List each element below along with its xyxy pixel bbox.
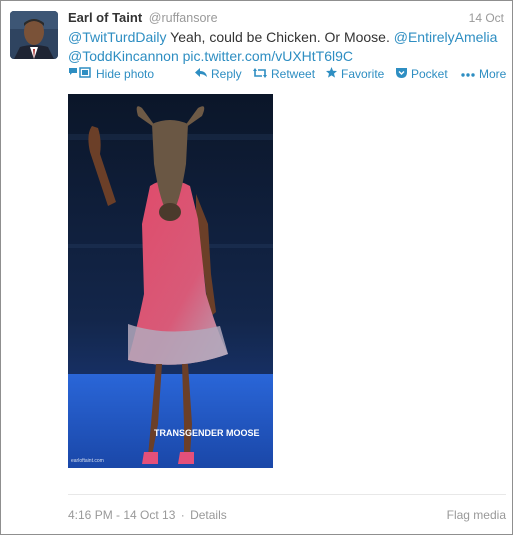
author-handle[interactable]: @ruffansore: [149, 11, 218, 25]
retweet-icon: [253, 67, 267, 81]
tweet-date[interactable]: 14 Oct: [469, 11, 504, 25]
details-link[interactable]: Details: [190, 508, 227, 522]
author-name[interactable]: Earl of Taint: [68, 10, 142, 25]
favorite-icon: [326, 67, 337, 81]
flag-media-link[interactable]: Flag media: [447, 508, 506, 522]
tweet-body: Yeah, could be Chicken. Or Moose.: [166, 29, 394, 45]
tweet-header: Earl of Taint @ruffansore 14 Oct: [68, 10, 504, 28]
hide-photo-label: Hide photo: [96, 67, 155, 81]
pocket-button[interactable]: Pocket: [396, 67, 448, 81]
hide-photo-button[interactable]: Hide photo: [68, 67, 154, 81]
mention-twitturddaily[interactable]: @TwitTurdDaily: [68, 29, 167, 45]
pic-link[interactable]: pic.twitter.com/vUXHtT6l9C: [183, 48, 353, 64]
more-label: More: [479, 67, 507, 81]
more-icon: [461, 68, 475, 80]
footer-separator: ·: [180, 508, 185, 522]
mention-entirelyamelia[interactable]: @EntirelyAmelia: [394, 29, 498, 45]
retweet-button[interactable]: Retweet: [253, 67, 315, 81]
tweet-footer: 4:16 PM - 14 Oct 13 · Details Flag media: [68, 508, 506, 522]
favorite-label: Favorite: [341, 67, 385, 81]
reply-button[interactable]: Reply: [195, 67, 242, 81]
pocket-label: Pocket: [411, 67, 448, 81]
reply-icon: [195, 67, 207, 81]
tweet-text: @TwitTurdDaily Yeah, could be Chicken. O…: [68, 28, 508, 66]
tweet-card: Earl of Taint @ruffansore 14 Oct @TwitTu…: [0, 0, 513, 535]
retweet-label: Retweet: [271, 67, 316, 81]
pocket-icon: [396, 67, 407, 81]
photo-caption: TRANSGENDER MOOSE: [154, 428, 260, 438]
mention-toddkincannon[interactable]: @ToddKincannon: [68, 48, 179, 64]
favorite-button[interactable]: Favorite: [326, 67, 384, 81]
avatar[interactable]: [10, 11, 58, 59]
reply-label: Reply: [211, 67, 242, 81]
tweet-timestamp: 4:16 PM - 14 Oct 13: [68, 508, 176, 522]
divider: [68, 494, 506, 495]
media-icon: [68, 67, 92, 81]
tweet-actions: Hide photo Reply Retweet Favorite Pocket…: [68, 67, 508, 83]
photo-watermark: earloftaint.com: [71, 458, 104, 464]
more-button[interactable]: More: [461, 67, 506, 81]
tweet-photo[interactable]: TRANSGENDER MOOSE earloftaint.com: [68, 94, 273, 468]
